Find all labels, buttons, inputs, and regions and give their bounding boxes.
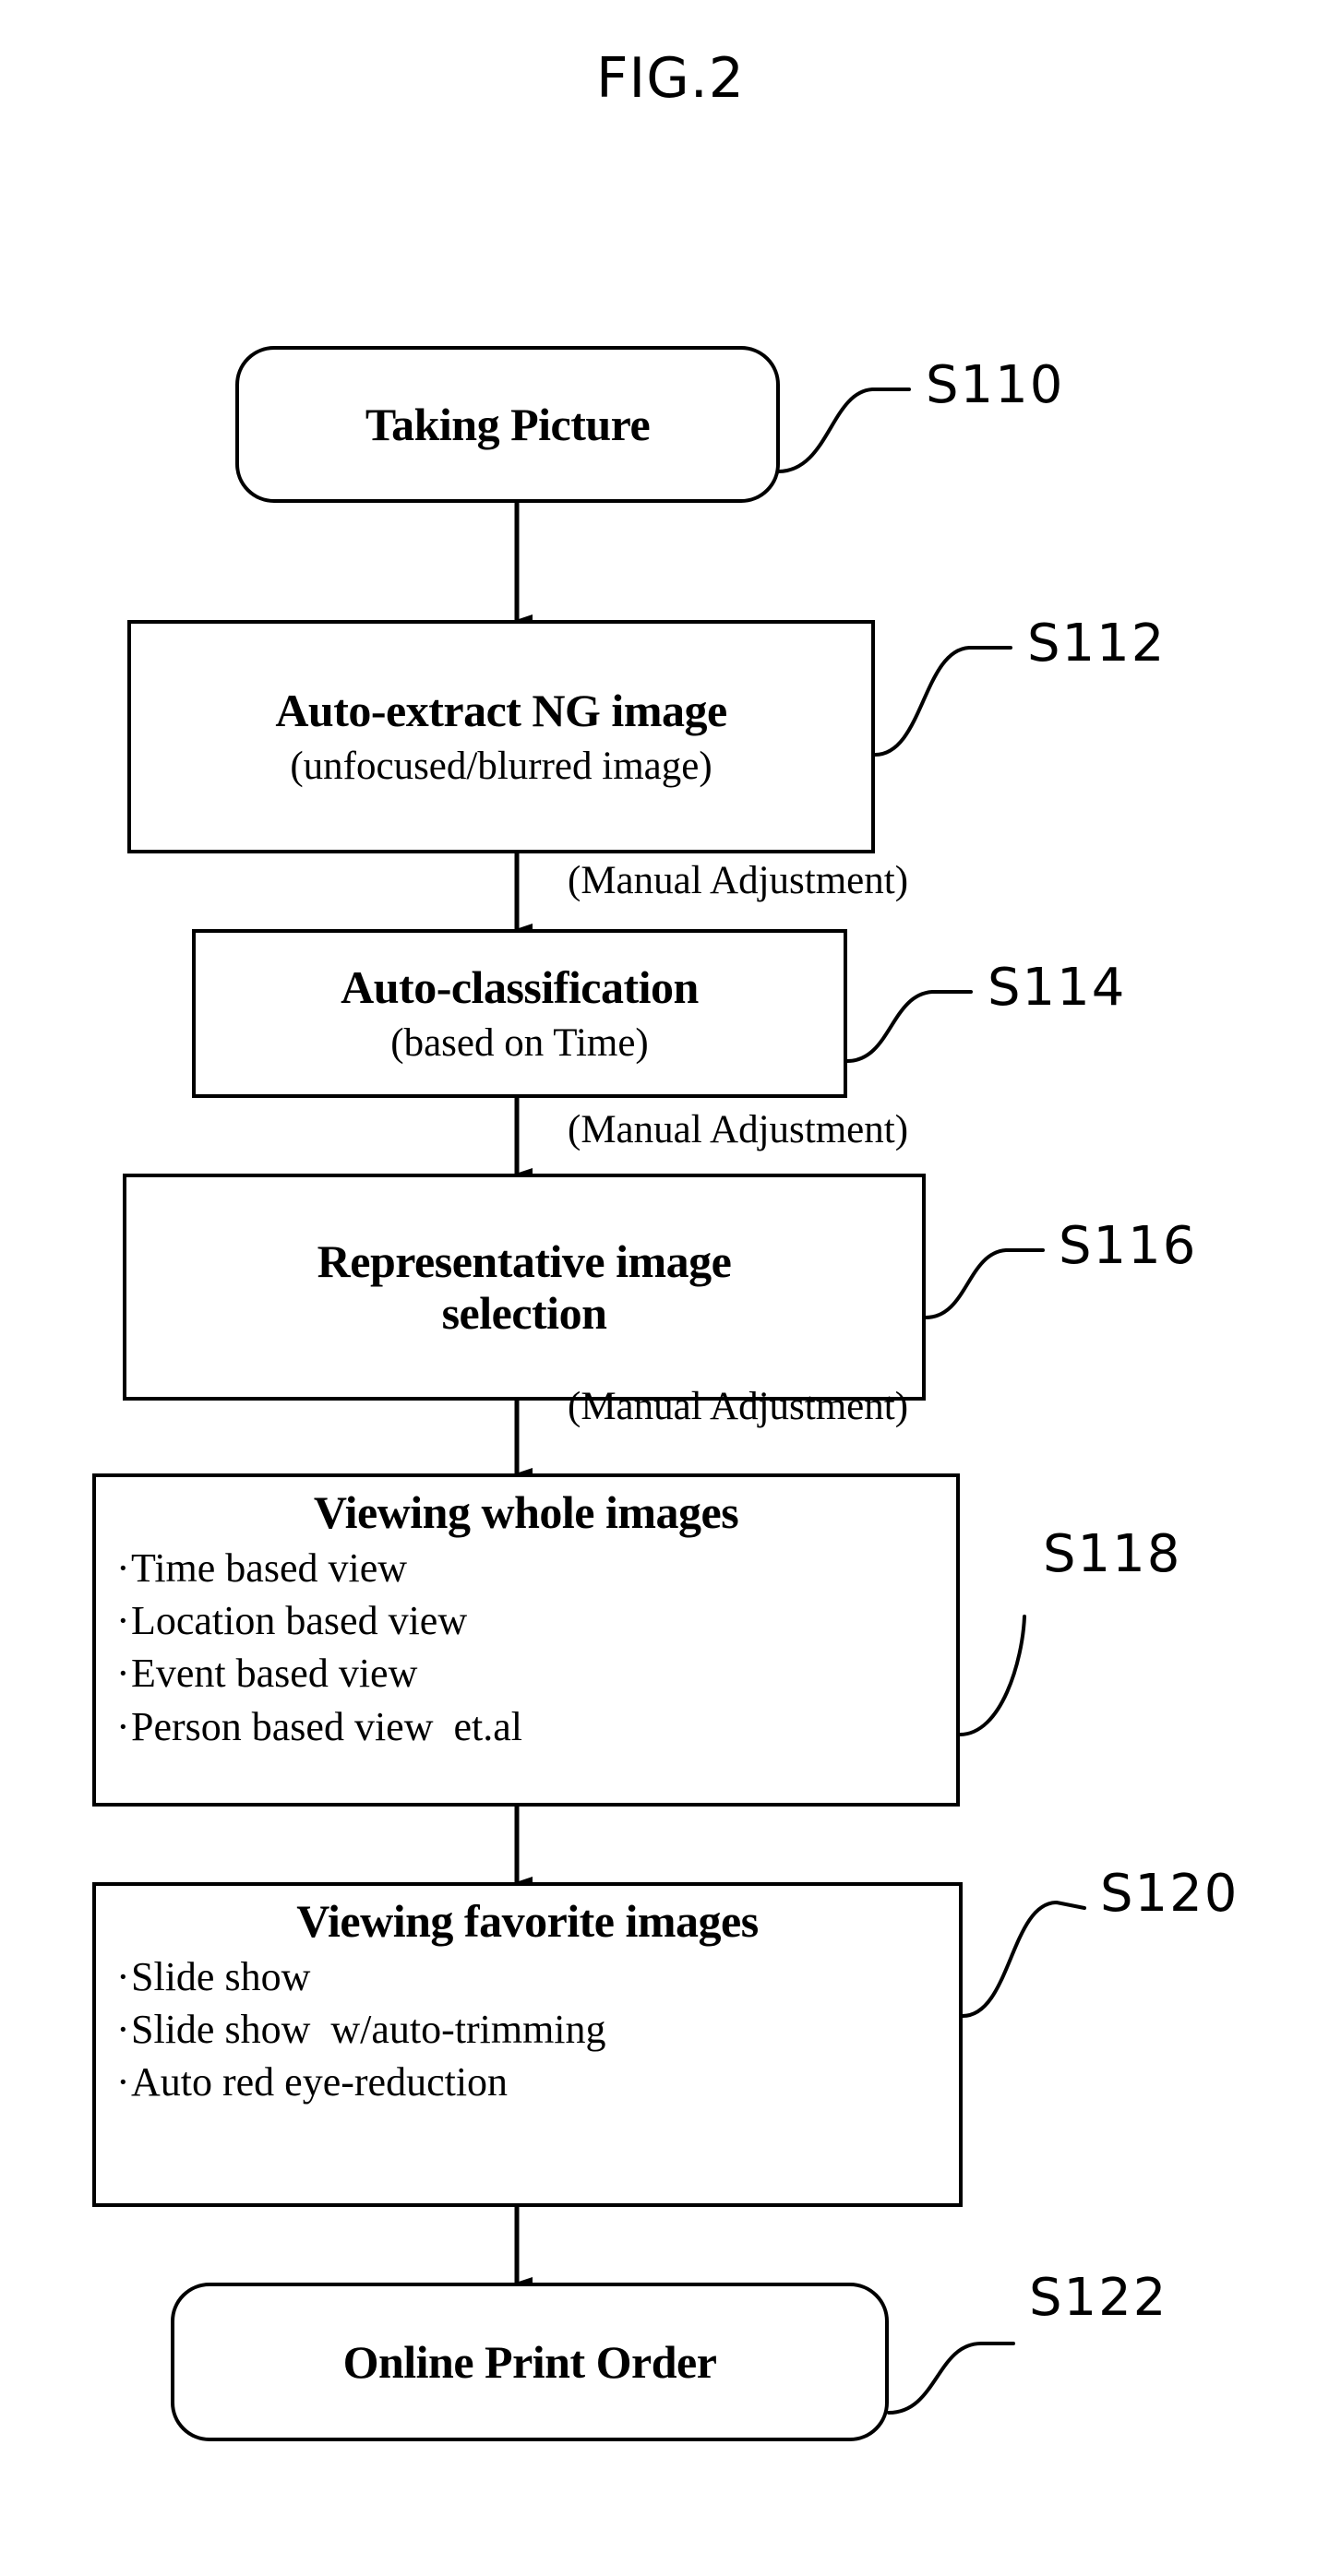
list-item: ·Location based view [116, 1594, 956, 1647]
list-item: ·Person based view et.al [116, 1700, 956, 1753]
list-item-label: Slide show [131, 1954, 311, 1999]
bullet-dot-icon: · [116, 1703, 130, 1749]
step-label-s112: S112 [1027, 614, 1167, 674]
bullet-dot-icon: · [116, 1651, 130, 1697]
node-viewing-whole-images[interactable]: Viewing whole images ·Time based view ·L… [92, 1473, 960, 1807]
node-subtitle: (unfocused/blurred image) [290, 744, 712, 788]
list-item-label: Auto red eye-reduction [131, 2059, 509, 2105]
node-title: Auto-classification [341, 960, 699, 1013]
node-title: Auto-extract NG image [275, 684, 727, 736]
bullet-list-favorite-images: ·Slide show ·Slide show w/auto-trimming … [96, 1950, 959, 2109]
node-representative-image-selection[interactable]: Representative image selection [123, 1174, 926, 1401]
node-subtitle: (based on Time) [390, 1020, 649, 1065]
bullet-dot-icon: · [116, 1598, 130, 1644]
leader-s116 [924, 1248, 1045, 1319]
leader-s120 [961, 1900, 1086, 2018]
leader-s114 [845, 990, 973, 1063]
bullet-dot-icon: · [116, 1954, 130, 1999]
bullet-dot-icon: · [116, 2007, 130, 2053]
list-item-label: Location based view [131, 1598, 468, 1644]
annotation-manual-adjustment-1: (Manual Adjustment) [568, 859, 909, 902]
list-item: ·Time based view [116, 1542, 956, 1594]
step-label-s114: S114 [988, 958, 1127, 1018]
step-label-s122: S122 [1029, 2268, 1168, 2328]
leader-s122 [887, 2342, 1015, 2415]
node-title: Viewing whole images [313, 1486, 739, 1538]
step-label-s116: S116 [1059, 1216, 1198, 1276]
node-title: Representative image selection [317, 1235, 732, 1339]
list-item-label: Slide show w/auto-trimming [131, 2007, 606, 2053]
list-item-label: Event based view [131, 1651, 418, 1697]
annotation-manual-adjustment-2: (Manual Adjustment) [568, 1108, 909, 1151]
node-online-print-order[interactable]: Online Print Order [171, 2283, 889, 2441]
step-label-s118: S118 [1043, 1524, 1182, 1584]
leader-s112 [873, 646, 1012, 757]
node-title: Taking Picture [365, 399, 651, 450]
node-taking-picture[interactable]: Taking Picture [235, 346, 780, 503]
bullet-dot-icon: · [116, 1545, 130, 1591]
bullet-list-whole-images: ·Time based view ·Location based view ·E… [96, 1542, 956, 1753]
list-item-label: Time based view [131, 1545, 408, 1591]
node-title: Viewing favorite images [296, 1895, 759, 1947]
node-title: Online Print Order [342, 2336, 717, 2388]
list-item: ·Auto red eye-reduction [116, 2056, 959, 2108]
list-item: ·Event based view [116, 1647, 956, 1699]
annotation-manual-adjustment-3: (Manual Adjustment) [568, 1385, 909, 1428]
step-label-s120: S120 [1100, 1864, 1239, 1924]
node-auto-classification[interactable]: Auto-classification (based on Time) [192, 929, 847, 1098]
leader-s110 [776, 388, 911, 473]
bullet-dot-icon: · [116, 2059, 130, 2105]
node-viewing-favorite-images[interactable]: Viewing favorite images ·Slide show ·Sli… [92, 1882, 963, 2207]
step-label-s110: S110 [926, 355, 1065, 415]
list-item: ·Slide show [116, 1950, 959, 2003]
node-auto-extract-ng-image[interactable]: Auto-extract NG image (unfocused/blurred… [127, 620, 875, 853]
list-item: ·Slide show w/auto-trimming [116, 2003, 959, 2056]
list-item-label: Person based view et.al [131, 1703, 522, 1749]
figure-title: FIG.2 [596, 46, 745, 111]
leader-s118 [958, 1615, 1026, 1736]
